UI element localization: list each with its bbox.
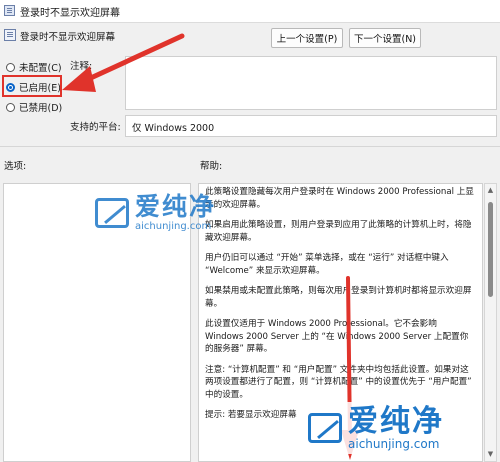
annotation-arrow-down [341,276,359,460]
annotation-arrows [62,33,359,460]
annotation-arrow-left [62,33,185,92]
